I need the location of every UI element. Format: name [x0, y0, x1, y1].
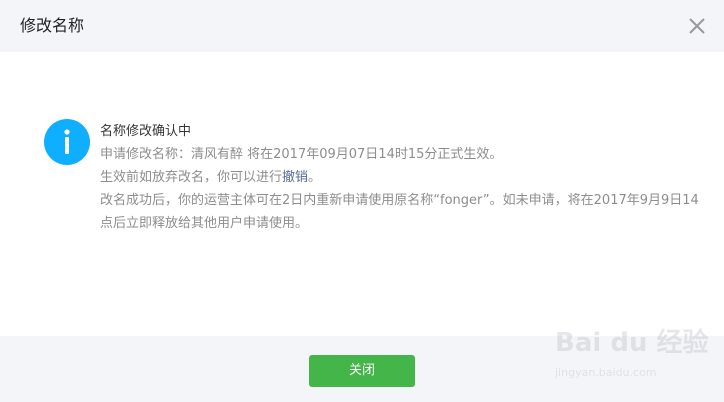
message-line-effective: 申请修改名称：清风有醉 将在2017年09月07日14时15分正式生效。	[100, 147, 503, 162]
rename-dialog: 修改名称 名称修改确认中 申请修改名称：清风有醉 将在2017年09月07日14…	[0, 0, 724, 402]
undo-link[interactable]: 撤销	[282, 170, 308, 185]
message-heading: 名称修改确认中	[100, 124, 192, 139]
message-line-undo: 生效前如放弃改名，你可以进行撤销。	[100, 166, 700, 189]
close-icon[interactable]	[685, 14, 709, 38]
message-line-release: 改名成功后，你的运营主体可在2日内重新申请使用原名称“fonger”。如未申请，…	[100, 193, 699, 231]
watermark-url: jingyan.baidu.com	[555, 366, 657, 379]
info-icon	[44, 119, 90, 165]
dialog-body: 名称修改确认中 申请修改名称：清风有醉 将在2017年09月07日14时15分正…	[0, 52, 724, 336]
undo-prefix: 生效前如放弃改名，你可以进行	[100, 170, 283, 185]
dialog-title: 修改名称	[20, 16, 85, 35]
undo-suffix: 。	[308, 170, 322, 185]
message-text: 名称修改确认中 申请修改名称：清风有醉 将在2017年09月07日14时15分正…	[100, 120, 700, 235]
watermark-brand: Bai du 经验	[555, 328, 709, 358]
dialog-header: 修改名称	[0, 0, 724, 52]
close-button[interactable]: 关闭	[309, 355, 415, 387]
baidu-jingyan-watermark: Bai du 经验 jingyan.baidu.com	[555, 322, 715, 392]
